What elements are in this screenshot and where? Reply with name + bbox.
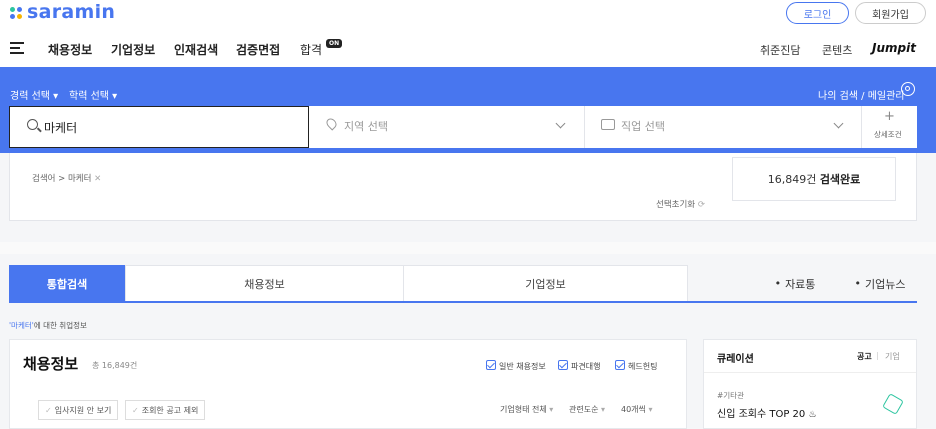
region-select[interactable]: 지역 선택 (309, 106, 585, 148)
plus-icon: + (884, 109, 895, 124)
refresh-icon: ⟳ (697, 200, 705, 210)
education-select[interactable]: 학력 선택 ▾ (69, 87, 117, 102)
nav-contents[interactable]: 콘텐츠 (822, 42, 852, 58)
tab-recruit[interactable]: 채용정보 (125, 265, 404, 302)
check-dispatch[interactable]: 파견대행 (558, 360, 600, 372)
curation-card: 큐레이션 공고 | 기업 #기타관 신입 조회수 TOP 20 ♨ (703, 339, 917, 429)
curation-tag: #기타관 (717, 391, 744, 400)
recruit-card: 채용정보 총 16,849건 일반 채용정보 파견대행 헤드헌팅 ✓ 입사지원 안… (9, 339, 687, 429)
chevron-down-icon (555, 118, 566, 129)
related-label: '마케터'에 대한 취업정보 (9, 321, 87, 330)
nav-recruit[interactable]: 채용정보 (48, 41, 92, 58)
top-header: saramin 로그인 회원가입 채용정보 기업정보 인재검색 검증면접 합격 … (0, 0, 936, 67)
nav-company[interactable]: 기업정보 (111, 41, 155, 58)
detail-condition-button[interactable]: + 상세조건 (862, 106, 917, 148)
keyword-tag[interactable]: 검색어 > 마케터 ✕ (32, 172, 101, 184)
saramin-logo[interactable]: saramin (27, 1, 115, 23)
menu-icon[interactable] (10, 42, 24, 54)
check-general[interactable]: 일반 채용정보 (486, 360, 546, 372)
briefcase-icon (601, 119, 615, 130)
nav-talk[interactable]: 취준진담 (760, 42, 800, 58)
curation-title: 큐레이션 (717, 354, 754, 365)
recruit-title: 채용정보 (23, 355, 79, 373)
curation-tab-jobs[interactable]: 공고 (857, 351, 872, 362)
company-type-select[interactable]: 기업형태 전체 ▾ (500, 404, 553, 415)
keyword-input[interactable]: 마케터 (9, 106, 309, 148)
exclude-viewed-filter[interactable]: ✓ 조회한 공고 제외 (125, 400, 206, 420)
check-headhunting[interactable]: 헤드헌팅 (615, 360, 657, 372)
curation-item[interactable]: 신입 조회수 TOP 20 ♨ (717, 405, 817, 420)
gear-icon[interactable] (901, 82, 915, 96)
tab-integrated[interactable]: 통합검색 (9, 265, 125, 302)
nav-pass[interactable]: 합격 (300, 41, 322, 58)
curation-tab-company[interactable]: 기업 (885, 351, 900, 362)
result-summary: 16,849건 검색완료 (732, 157, 896, 201)
tab-company-news[interactable]: • 기업뉴스 (840, 265, 920, 302)
tab-company[interactable]: 기업정보 (404, 265, 688, 302)
location-pin-icon (324, 116, 339, 131)
nav-interview[interactable]: 검증면접 (236, 41, 280, 58)
nav-pass-badge: ON (326, 39, 343, 48)
saramin-logo-icon[interactable] (10, 7, 24, 21)
sort-select[interactable]: 관련도순 ▾ (569, 404, 605, 415)
signup-button[interactable]: 회원가입 (855, 2, 926, 24)
page-size-select[interactable]: 40개씩 ▾ (621, 404, 652, 415)
job-select[interactable]: 직업 선택 (585, 106, 862, 148)
tab-data-room[interactable]: • 자료통 (760, 265, 830, 302)
hide-applied-filter[interactable]: ✓ 입사지원 안 보기 (38, 400, 119, 420)
chevron-down-icon (833, 118, 844, 129)
jumpit-logo[interactable]: Jumpit (872, 41, 916, 55)
filter-panel: 검색어 > 마케터 ✕ 16,849건 검색완료 선택초기화 ⟳ (9, 153, 917, 221)
recruit-total: 총 16,849건 (92, 361, 138, 370)
login-button[interactable]: 로그인 (786, 2, 849, 24)
reset-button[interactable]: 선택초기화 ⟳ (656, 198, 705, 210)
close-icon: ✕ (94, 174, 102, 184)
cube-icon (882, 393, 904, 415)
nav-talent[interactable]: 인재검색 (174, 41, 218, 58)
my-search-link[interactable]: 나의 검색 / 메일관리 (818, 87, 905, 102)
career-select[interactable]: 경력 선택 ▾ (10, 87, 58, 102)
